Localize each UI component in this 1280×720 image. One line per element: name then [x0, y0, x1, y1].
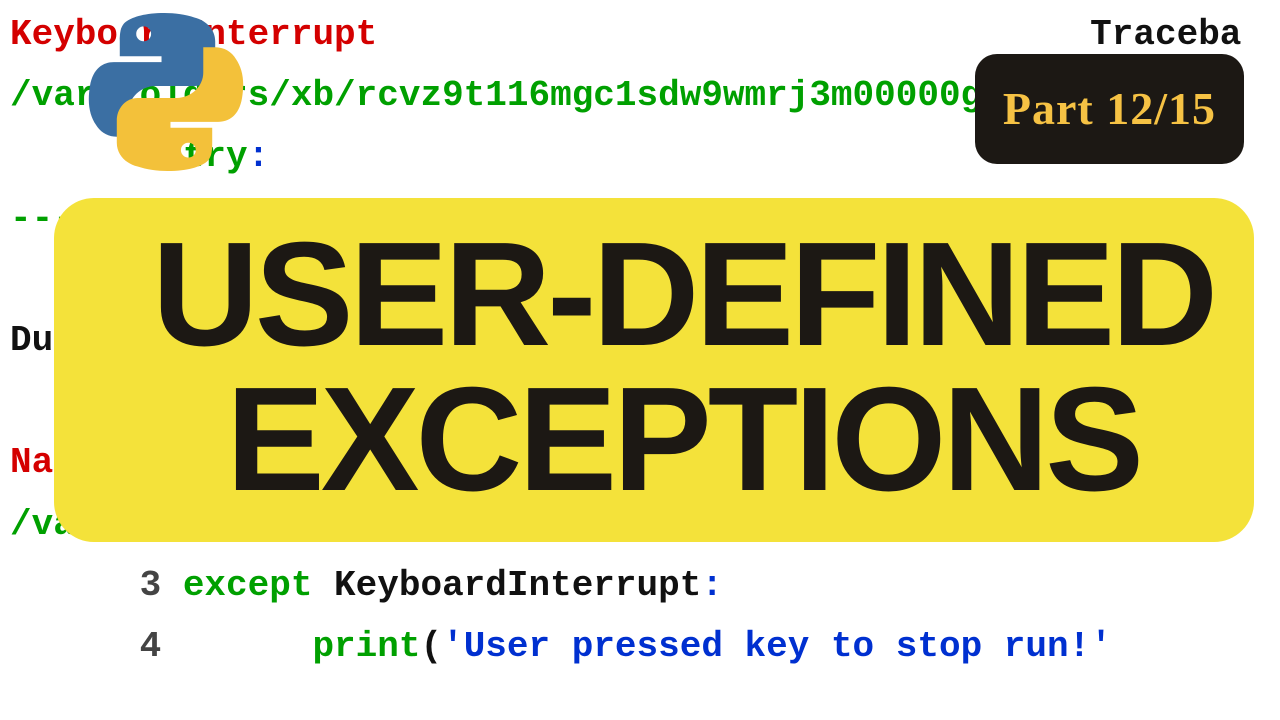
title-line-2: EXCEPTIONS [152, 367, 1214, 512]
print-function: print [312, 626, 420, 667]
colon: : [248, 136, 270, 177]
colon-2: : [701, 565, 723, 606]
open-paren: ( [420, 626, 442, 667]
title-block: USER-DEFINED EXCEPTIONS [54, 198, 1254, 542]
line-number-4: 4 [10, 626, 312, 667]
exception-class-2: KeyboardInterrupt [312, 565, 701, 606]
keyword-except: except [183, 565, 313, 606]
python-logo-icon [84, 10, 248, 174]
title-line-1: USER-DEFINED [152, 222, 1214, 367]
string-literal: 'User pressed key to stop run!' [442, 626, 1112, 667]
line-number-3: 3 [10, 565, 183, 606]
part-badge-text: Part 12/15 [1003, 83, 1216, 134]
traceback-label: Traceba [377, 14, 1241, 55]
part-badge: Part 12/15 [975, 54, 1244, 164]
